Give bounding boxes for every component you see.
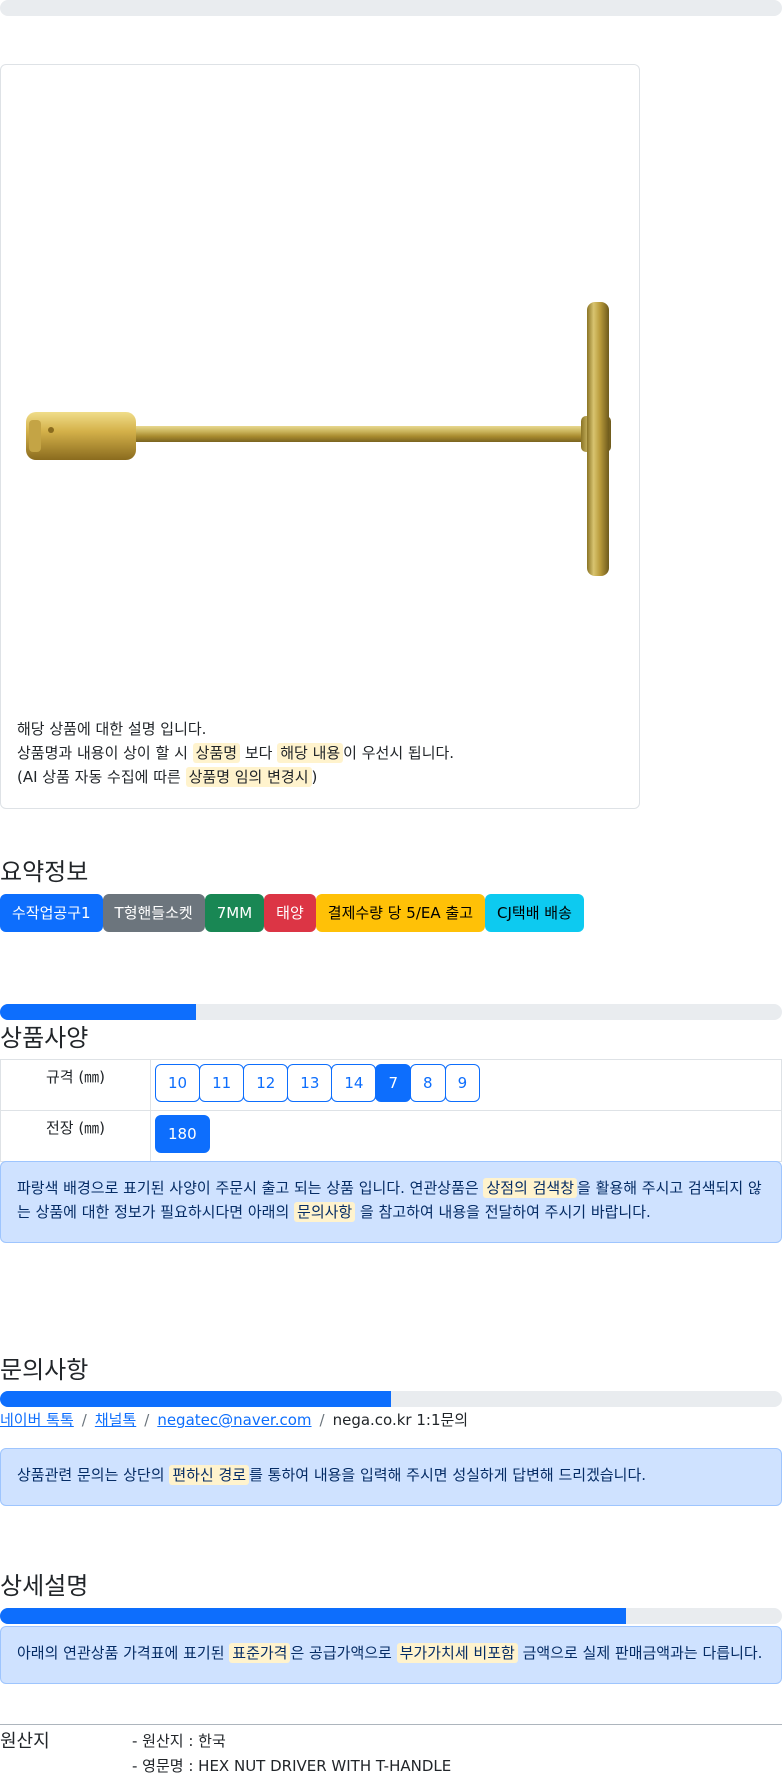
detail-notice: 아래의 연관상품 가격표에 표기된 표준가격 은 공급가액으로 부가가치세 비포함… [0,1626,782,1684]
spec-option-button[interactable]: 7 [375,1064,412,1102]
origin-item: - 영문명 : HEX NUT DRIVER WITH T-HANDLE [132,1757,452,1775]
summary-badges: 수작업공구1 T형핸들소켓 7MM 태양 결제수량 당 5/EA 출고 CJ택배 배송 [0,894,584,932]
channeltalk-link[interactable]: 채널톡 [95,1411,136,1429]
inquiry-notice: 상품관련 문의는 상단의 편하신 경로 를 통하여 내용을 입력해 주시면 성실하… [0,1448,782,1506]
highlight-convenient-route: 편하신 경로 [169,1465,250,1485]
summary-badge: 결제수량 당 5/EA 출고 [315,894,486,932]
separator: / [144,1411,150,1429]
desc-text: 보다 [240,744,278,762]
notice-text: 을 참고하여 내용을 전달하여 주시기 바랍니다. [355,1203,651,1221]
spec-option-button[interactable]: 180 [155,1115,210,1153]
desc-text: ) [311,768,318,786]
desc-text: (AI 상품 자동 수집에 따른 [17,768,186,786]
detail-progress-bar [0,1608,782,1624]
spec-table: 규격 (㎜) 10 11 12 13 14 7 8 9 전장 (㎜) 180 [0,1059,782,1162]
summary-title: 요약정보 [0,858,89,886]
summary-badge: 수작업공구1 [0,894,103,932]
inquiry-progress-fill [0,1391,391,1407]
spec-options: 10 11 12 13 14 7 8 9 [150,1059,782,1111]
detail-title: 상세설명 [0,1572,89,1600]
desc-line-1: 해당 상품에 대한 설명 입니다. [17,720,207,738]
highlight-inquiry: 문의사항 [294,1202,356,1222]
spec-progress-bar [0,1004,782,1020]
spec-label: 규격 (㎜) [0,1059,151,1111]
notice-text: 아래의 연관상품 가격표에 표기된 [17,1644,230,1662]
separator: / [319,1411,325,1429]
spec-option-button[interactable]: 8 [410,1064,446,1102]
highlight-store-search: 상점의 검색창 [483,1178,578,1198]
inquiry-channels: 네이버 톡톡 / 채널톡 / negatec@naver.com / nega.co.kr … [0,1409,468,1430]
origin-label: 원산지 [0,1731,50,1752]
notice-text: 은 공급가액으로 [290,1644,397,1662]
highlight-standard-price: 표준가격 [229,1643,291,1663]
summary-badge: 7MM [204,894,265,932]
highlight-name-change: 상품명 임의 변경시 [185,767,312,787]
origin-item: - 원산지 : 한국 [132,1732,226,1750]
highlight-vat-excluded: 부가가치세 비포함 [396,1643,518,1663]
spec-row-size: 규격 (㎜) 10 11 12 13 14 7 8 9 [0,1059,782,1111]
spec-option-button[interactable]: 9 [444,1064,481,1102]
summary-badge: 태양 [264,894,316,932]
desc-text: 상품명과 내용이 상이 할 시 [17,744,193,762]
notice-text: 를 통하여 내용을 입력해 주시면 성실하게 답변해 드리겠습니다. [249,1466,647,1484]
highlight-product-name: 상품명 [192,743,241,763]
inquiry-title: 문의사항 [0,1356,89,1384]
summary-badge: T형핸들소켓 [102,894,205,932]
inquiry-progress-bar [0,1391,782,1407]
site-inquiry-text: nega.co.kr 1:1문의 [332,1411,469,1429]
spec-title: 상품사양 [0,1024,89,1052]
spec-option-button[interactable]: 10 [155,1064,201,1102]
spec-option-button[interactable]: 12 [243,1064,289,1102]
spec-option-button[interactable]: 14 [331,1064,377,1102]
highlight-content: 해당 내용 [277,743,344,763]
spec-options: 180 [150,1110,782,1162]
spec-option-button[interactable]: 11 [199,1064,245,1102]
desc-line-2: 상품명과 내용이 상이 할 시 상품명 보다 해당 내용 이 우선시 됩니다. [17,741,454,765]
notice-text: 상품관련 문의는 상단의 [17,1466,170,1484]
desc-text: 이 우선시 됩니다. [343,744,455,762]
origin-list: - 원산지 : 한국 - 영문명 : HEX NUT DRIVER WITH T… [132,1729,451,1775]
spec-notice: 파랑색 배경으로 표기된 사양이 주문시 출고 되는 상품 입니다. 연관상품은… [0,1161,782,1243]
product-image-card: 해당 상품에 대한 설명 입니다. 상품명과 내용이 상이 할 시 상품명 보다… [0,64,640,809]
naver-talktalk-link[interactable]: 네이버 톡톡 [0,1411,74,1429]
spec-label: 전장 (㎜) [0,1110,151,1162]
email-link[interactable]: negatec@naver.com [157,1411,311,1429]
t-handle-hex-nut-driver-image [26,302,611,576]
detail-progress-fill [0,1608,626,1624]
top-progress-bar [0,0,782,16]
product-description: 해당 상품에 대한 설명 입니다. 상품명과 내용이 상이 할 시 상품명 보다… [17,717,454,789]
notice-text: 금액으로 실제 판매금액과는 다릅니다. [517,1644,763,1662]
origin-divider [0,1724,782,1725]
notice-text: 파랑색 배경으로 표기된 사양이 주문시 출고 되는 상품 입니다. 연관상품은 [17,1179,484,1197]
desc-line-3: (AI 상품 자동 수집에 따른 상품명 임의 변경시) [17,765,454,789]
separator: / [81,1411,87,1429]
spec-option-button[interactable]: 13 [287,1064,333,1102]
spec-row-length: 전장 (㎜) 180 [0,1110,782,1162]
summary-badge: CJ택배 배송 [485,894,584,932]
